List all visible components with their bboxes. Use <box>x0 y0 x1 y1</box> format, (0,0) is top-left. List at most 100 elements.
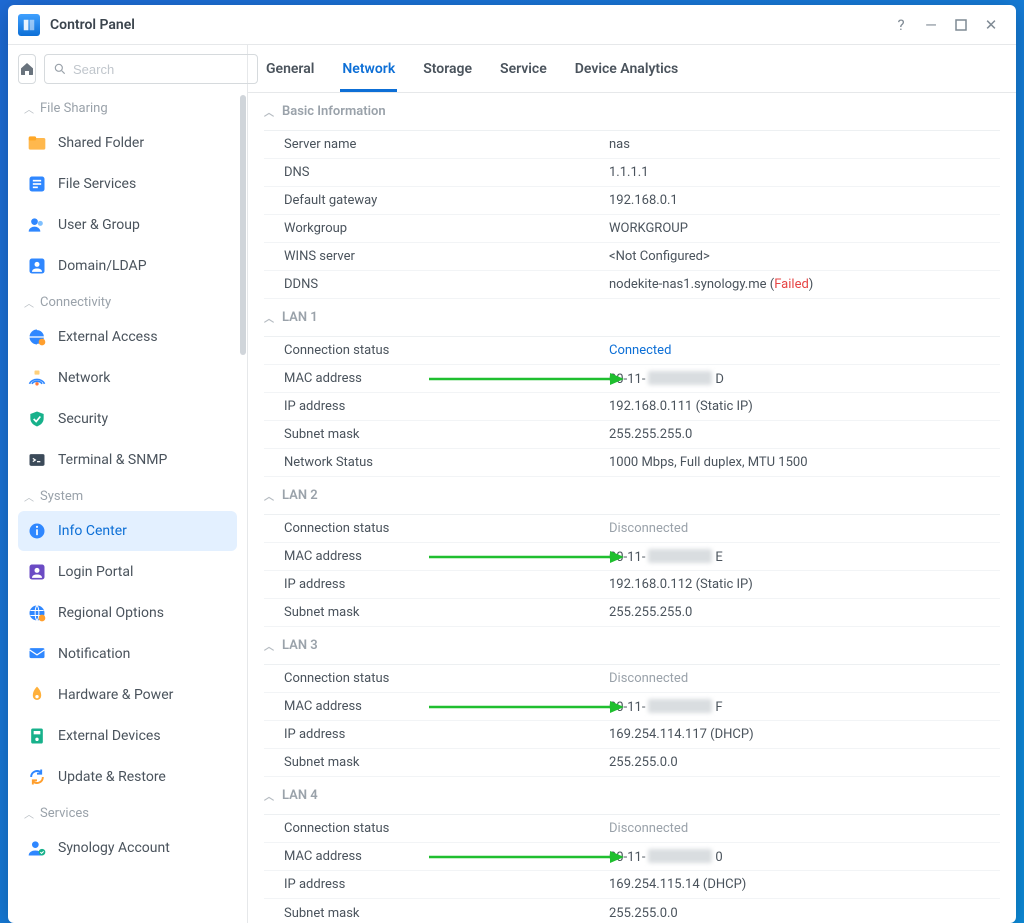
sidebar-item-label: Regional Options <box>58 605 164 621</box>
info-row: MAC address00-11-E <box>264 543 1000 571</box>
row-value: 169.254.115.14 (DHCP) <box>609 877 1000 892</box>
group-header-lan2[interactable]: ︿LAN 2 <box>264 477 1000 515</box>
external-devices-icon <box>26 725 48 747</box>
row-value: 255.255.255.0 <box>609 605 1000 620</box>
sidebar-item-external-devices[interactable]: External Devices <box>18 716 237 756</box>
content[interactable]: ︿Basic InformationServer namenasDNS1.1.1… <box>248 93 1016 923</box>
group-title: Basic Information <box>282 104 386 119</box>
info-row: DDNSnodekite-nas1.synology.me (Failed) <box>264 271 1000 299</box>
row-value: Disconnected <box>609 521 1000 536</box>
sidebar-item-regional-options[interactable]: Regional Options <box>18 593 237 633</box>
sidebar-item-domain-ldap[interactable]: Domain/LDAP <box>18 246 237 286</box>
sidebar-item-file-services[interactable]: File Services <box>18 164 237 204</box>
sidebar-item-label: User & Group <box>58 217 140 233</box>
info-row: IP address169.254.115.14 (DHCP) <box>264 871 1000 899</box>
nav-section-label: Services <box>40 806 89 821</box>
nav-section-0[interactable]: ︿File Sharing <box>14 93 241 122</box>
chevron-up-icon: ︿ <box>24 489 34 504</box>
row-value: 00-11-0 <box>609 849 1000 865</box>
sidebar-item-info-center[interactable]: Info Center <box>18 511 237 551</box>
search-input[interactable] <box>73 62 249 77</box>
info-row: Subnet mask255.255.255.0 <box>264 421 1000 449</box>
info-row: Subnet mask255.255.255.0 <box>264 599 1000 627</box>
network-icon <box>26 367 48 389</box>
regional-options-icon <box>26 602 48 624</box>
info-row: IP address169.254.114.117 (DHCP) <box>264 721 1000 749</box>
maximize-button[interactable] <box>946 10 976 40</box>
redacted-segment <box>648 549 712 563</box>
sidebar-scrollbar[interactable] <box>240 95 246 355</box>
home-button[interactable] <box>18 54 36 84</box>
tab-general[interactable]: General <box>264 61 316 92</box>
row-label: DDNS <box>264 277 609 292</box>
sidebar-item-login-portal[interactable]: Login Portal <box>18 552 237 592</box>
app-icon <box>18 14 40 36</box>
group-header-lan4[interactable]: ︿LAN 4 <box>264 777 1000 815</box>
group-header-lan1[interactable]: ︿LAN 1 <box>264 299 1000 337</box>
nav-section-1[interactable]: ︿Connectivity <box>14 287 241 316</box>
sidebar-item-shared-folder[interactable]: Shared Folder <box>18 123 237 163</box>
sidebar-nav[interactable]: ︿File SharingShared FolderFile Services U… <box>8 93 247 923</box>
row-label: Subnet mask <box>264 427 609 442</box>
group-title: LAN 4 <box>282 788 318 803</box>
sidebar-item-security[interactable]: Security <box>18 399 237 439</box>
window: Control Panel ? — ✕ ︿File SharingShared <box>8 5 1016 923</box>
info-center-icon <box>26 520 48 542</box>
file-services-icon <box>26 173 48 195</box>
sidebar-item-synology-account[interactable]: Synology Account <box>18 828 237 868</box>
row-label: Subnet mask <box>264 605 609 620</box>
row-value: 1000 Mbps, Full duplex, MTU 1500 <box>609 455 1000 470</box>
row-label: Connection status <box>264 821 609 836</box>
info-row: IP address192.168.0.112 (Static IP) <box>264 571 1000 599</box>
row-label: MAC address <box>264 549 609 564</box>
redacted-segment <box>648 849 712 863</box>
row-value: 00-11-F <box>609 699 1000 715</box>
close-button[interactable]: ✕ <box>976 10 1006 40</box>
help-button[interactable]: ? <box>886 10 916 40</box>
info-row: Server namenas <box>264 131 1000 159</box>
hardware-power-icon <box>26 684 48 706</box>
sidebar-item-label: Info Center <box>58 523 127 539</box>
tab-storage[interactable]: Storage <box>421 61 474 92</box>
group-header-lan3[interactable]: ︿LAN 3 <box>264 627 1000 665</box>
row-value: 255.255.0.0 <box>609 755 1000 770</box>
sidebar-item-terminal-snmp[interactable]: Terminal & SNMP <box>18 440 237 480</box>
group-header-basic[interactable]: ︿Basic Information <box>264 93 1000 131</box>
row-value: WORKGROUP <box>609 221 1000 236</box>
search-field[interactable] <box>44 54 258 84</box>
row-label: DNS <box>264 165 609 180</box>
chevron-up-icon: ︿ <box>24 295 34 310</box>
sidebar-item-external-access[interactable]: External Access <box>18 317 237 357</box>
sidebar-item-network[interactable]: Network <box>18 358 237 398</box>
group-title: LAN 1 <box>282 310 318 325</box>
redacted-segment <box>648 371 712 385</box>
tab-service[interactable]: Service <box>498 61 549 92</box>
sidebar-item-hardware-power[interactable]: Hardware & Power <box>18 675 237 715</box>
minimize-button[interactable]: — <box>916 10 946 40</box>
sidebar-item-update-restore[interactable]: Update & Restore <box>18 757 237 797</box>
security-icon <box>26 408 48 430</box>
nav-section-2[interactable]: ︿System <box>14 481 241 510</box>
row-value: 255.255.0.0 <box>609 906 1000 921</box>
redacted-segment <box>648 699 712 713</box>
sidebar-item-user-group[interactable]: User & Group <box>18 205 237 245</box>
nav-section-3[interactable]: ︿Services <box>14 798 241 827</box>
info-row: WorkgroupWORKGROUP <box>264 215 1000 243</box>
row-label: IP address <box>264 877 609 892</box>
group-title: LAN 2 <box>282 488 318 503</box>
tab-device-analytics[interactable]: Device Analytics <box>573 61 680 92</box>
sidebar-item-notification[interactable]: Notification <box>18 634 237 674</box>
sidebar-item-label: Synology Account <box>58 840 170 856</box>
row-label: Workgroup <box>264 221 609 236</box>
row-value: 00-11-E <box>609 549 1000 565</box>
sidebar-item-label: Hardware & Power <box>58 687 173 703</box>
info-row: Connection statusDisconnected <box>264 815 1000 843</box>
tab-network[interactable]: Network <box>340 61 397 92</box>
tabs: General Network Storage Service Device Analy… <box>248 45 1016 93</box>
row-value: <Not Configured> <box>609 249 1000 264</box>
sidebar-item-label: Domain/LDAP <box>58 258 147 274</box>
update-restore-icon <box>26 766 48 788</box>
sidebar-item-label: External Devices <box>58 728 161 744</box>
row-value: 192.168.0.112 (Static IP) <box>609 577 1000 592</box>
row-label: WINS server <box>264 249 609 264</box>
